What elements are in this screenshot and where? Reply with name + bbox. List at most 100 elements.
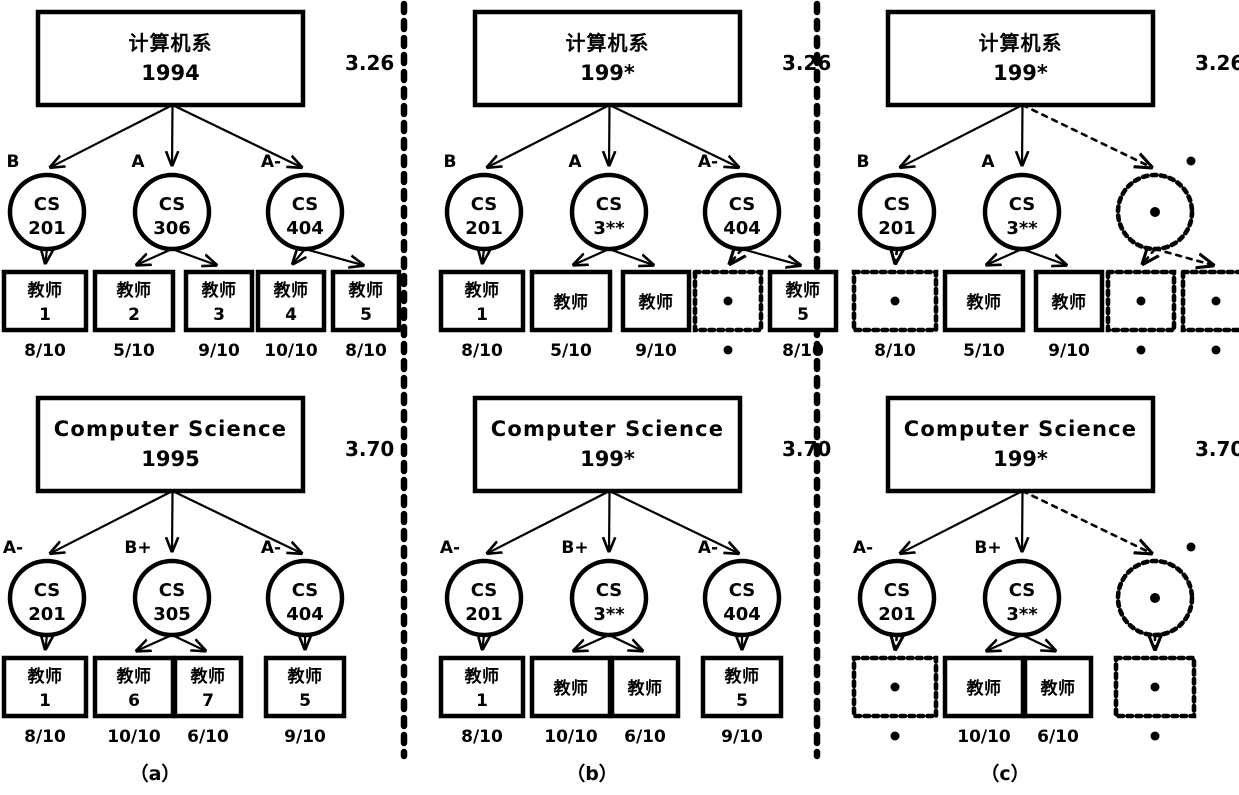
edge-grade-label: A- [853, 538, 873, 558]
edge-course-to-teacher [730, 249, 742, 264]
root-node-box [472, 9, 743, 108]
edge-course-to-teacher [987, 633, 1023, 651]
teacher-node-label: 教师 [966, 292, 1002, 313]
teacher-node-label: 教师 [553, 292, 589, 313]
course-node-number: 3** [1006, 218, 1038, 239]
course-node-prefix: CS [884, 580, 911, 601]
tree-group: Computer Science 199* 3.70 A- CS 201 B+ CS 3** 教师… [851, 395, 1239, 747]
edge-grade-label: B+ [124, 538, 151, 558]
gpa-value: 3.70 [782, 437, 831, 461]
teacher-node-number: 7 [202, 691, 214, 711]
edge-grade-label: A- [440, 538, 460, 558]
course-node-number: 3** [1006, 604, 1038, 625]
edge-root-to-course [488, 104, 610, 167]
root-node-year: 1995 [141, 447, 199, 471]
course-node-suppressed [1150, 593, 1160, 603]
gpa-value: 3.26 [782, 51, 831, 75]
edge-grade-suppressed [1186, 156, 1196, 166]
edge-course-to-teacher [987, 247, 1023, 265]
teacher-score-suppressed [1150, 731, 1160, 741]
teacher-node-number: 4 [285, 305, 297, 325]
panel-caption: （c） [980, 762, 1029, 785]
teacher-node-suppressed [723, 296, 733, 306]
root-node-year: 1994 [141, 61, 199, 85]
teacher-node-number: 1 [39, 691, 51, 711]
edge-root-to-course [172, 104, 302, 167]
course-node-prefix: CS [159, 580, 186, 601]
teacher-score-suppressed [890, 731, 900, 741]
teacher-node-suppressed [1211, 296, 1221, 306]
edge-course-to-teacher [171, 634, 205, 651]
teacher-node-box [1180, 269, 1239, 333]
root-node-title: Computer Science [54, 417, 288, 441]
course-node-number: 404 [723, 218, 761, 239]
root-node-title: Computer Science [904, 417, 1138, 441]
edge-course-to-teacher [608, 634, 642, 651]
teacher-node-label: 教师 [190, 666, 226, 687]
course-node-prefix: CS [884, 194, 911, 215]
course-node-prefix: CS [159, 194, 186, 215]
edge-course-to-teacher [741, 247, 800, 265]
teacher-score-suppressed [1211, 345, 1221, 355]
root-node-year: 199* [993, 447, 1048, 471]
edge-grade-label: A- [698, 538, 718, 558]
teacher-node-label: 教师 [116, 666, 152, 687]
teacher-score-label: 9/10 [198, 341, 240, 361]
course-node-prefix: CS [729, 194, 756, 215]
course-node-number: 404 [286, 604, 324, 625]
diagram-svg: 计算机系 1994 3.26 B CS 201 A CS 306 A- CS 404 教师 1 8/10 教师… [1, 0, 1239, 785]
teacher-score-label: 6/10 [624, 727, 666, 747]
root-node-year: 199* [993, 61, 1048, 85]
teacher-node-label: 教师 [1040, 678, 1076, 699]
course-node-prefix: CS [729, 580, 756, 601]
teacher-score-label: 8/10 [24, 727, 66, 747]
teacher-node-number: 5 [736, 691, 748, 711]
edge-course-to-teacher [1143, 249, 1155, 264]
teacher-score-label: 8/10 [345, 341, 387, 361]
root-node-year: 199* [580, 61, 635, 85]
teacher-node-label: 教师 [348, 280, 384, 301]
edge-course-to-teacher [171, 247, 216, 265]
teacher-score-label: 10/10 [107, 727, 161, 747]
course-node-prefix: CS [596, 194, 623, 215]
root-node-box [472, 395, 743, 494]
edge-grade-label: B [7, 152, 20, 172]
teacher-node-number: 1 [476, 305, 488, 325]
teacher-node-number: 5 [797, 305, 809, 325]
teacher-score-label: 9/10 [1048, 341, 1090, 361]
teacher-score-label: 9/10 [284, 727, 326, 747]
tree-group: Computer Science 199* 3.70 A- CS 201 B+ CS 3** A-… [438, 395, 831, 747]
edge-grade-label: A- [3, 538, 23, 558]
course-node-number: 201 [878, 604, 916, 625]
teacher-node-suppressed [890, 682, 900, 692]
teacher-score-label: 8/10 [874, 341, 916, 361]
edge-grade-label: A- [698, 152, 718, 172]
teacher-node-suppressed [890, 296, 900, 306]
edge-grade-label: B [857, 152, 870, 172]
teacher-node-number: 5 [360, 305, 372, 325]
teacher-score-suppressed [723, 345, 733, 355]
edge-grade-label: A [568, 152, 582, 172]
course-node-prefix: CS [1009, 194, 1036, 215]
edge-root-to-course [901, 104, 1023, 167]
edge-grade-label: A [131, 152, 145, 172]
edge-course-to-teacher [895, 249, 897, 263]
edge-grade-suppressed [1186, 542, 1196, 552]
teacher-node-label: 教师 [273, 280, 309, 301]
teacher-score-label: 9/10 [635, 341, 677, 361]
course-node-prefix: CS [292, 194, 319, 215]
edge-course-to-teacher [137, 247, 173, 265]
teacher-node-label: 教师 [116, 280, 152, 301]
tree-group: 计算机系 199* 3.26 B CS 201 A CS 3** A- CS 404 教师 1 8/10 教师… [438, 9, 839, 361]
edge-grade-label: A [981, 152, 995, 172]
course-node-number: 404 [723, 604, 761, 625]
teacher-score-label: 6/10 [1037, 727, 1079, 747]
course-node-number: 404 [286, 218, 324, 239]
course-node-prefix: CS [596, 580, 623, 601]
teacher-score-label: 8/10 [461, 727, 503, 747]
root-node-title: 计算机系 [129, 31, 213, 55]
edge-course-to-teacher [1021, 247, 1066, 265]
teacher-score-label: 8/10 [24, 341, 66, 361]
edge-grade-label: A- [261, 152, 281, 172]
teacher-node-number: 1 [476, 691, 488, 711]
